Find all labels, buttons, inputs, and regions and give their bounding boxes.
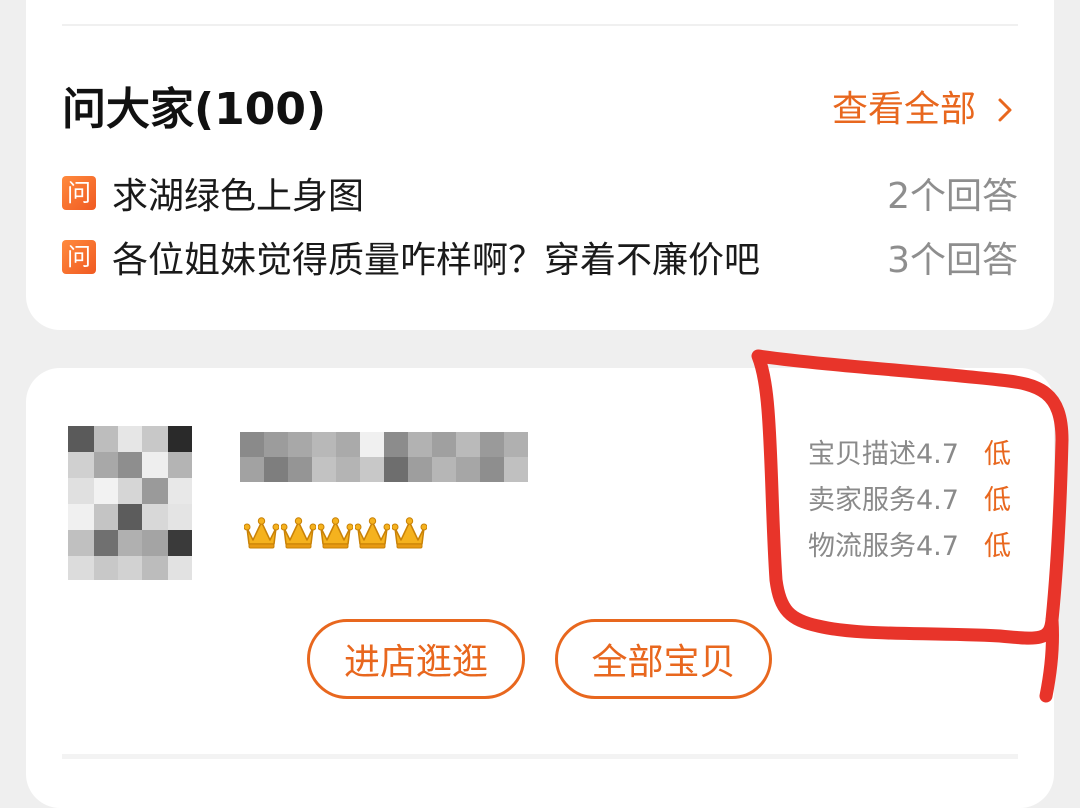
crown-icon	[244, 517, 279, 549]
rating-row: 卖家服务4.7 低	[808, 474, 1011, 520]
answer-count: 2个回答	[887, 176, 1018, 217]
rating-level: 低	[984, 484, 1011, 516]
rating-row: 宝贝描述4.7 低	[808, 428, 1011, 474]
rating-label: 物流服务4.7	[808, 530, 959, 562]
rating-label: 宝贝描述4.7	[808, 438, 959, 470]
question-item[interactable]: 问 各位姐妹觉得质量咋样啊？穿着不廉价吧 3个回答	[62, 232, 1018, 282]
question-badge-icon: 问	[62, 240, 96, 274]
rating-level: 低	[984, 438, 1011, 470]
see-all-label: 查看全部	[831, 89, 976, 130]
qa-title: 问大家(100)	[62, 84, 327, 135]
shop-crown-rating	[244, 516, 427, 550]
chevron-right-icon	[998, 98, 1012, 122]
rating-row: 物流服务4.7 低	[808, 520, 1011, 566]
shop-name[interactable]	[240, 432, 530, 482]
all-items-button[interactable]: 全部宝贝	[555, 619, 772, 699]
question-item[interactable]: 问 求湖绿色上身图 2个回答	[62, 168, 1018, 218]
question-badge-icon: 问	[62, 176, 96, 210]
divider	[62, 24, 1018, 26]
crown-icon	[392, 517, 427, 549]
question-text: 求湖绿色上身图	[112, 176, 365, 217]
rating-level: 低	[984, 530, 1011, 562]
shop-avatar[interactable]	[48, 408, 196, 584]
enter-shop-button[interactable]: 进店逛逛	[307, 619, 525, 699]
rating-label: 卖家服务4.7	[808, 484, 959, 516]
crown-icon	[355, 517, 390, 549]
question-text: 各位姐妹觉得质量咋样啊？穿着不廉价吧	[112, 240, 761, 281]
crown-icon	[281, 517, 316, 549]
see-all-link[interactable]: 查看全部	[832, 86, 1018, 134]
answer-count: 3个回答	[887, 240, 1018, 281]
shop-ratings: 宝贝描述4.7 低 卖家服务4.7 低 物流服务4.7 低	[808, 428, 1011, 566]
crown-icon	[318, 517, 353, 549]
divider	[62, 754, 1018, 759]
